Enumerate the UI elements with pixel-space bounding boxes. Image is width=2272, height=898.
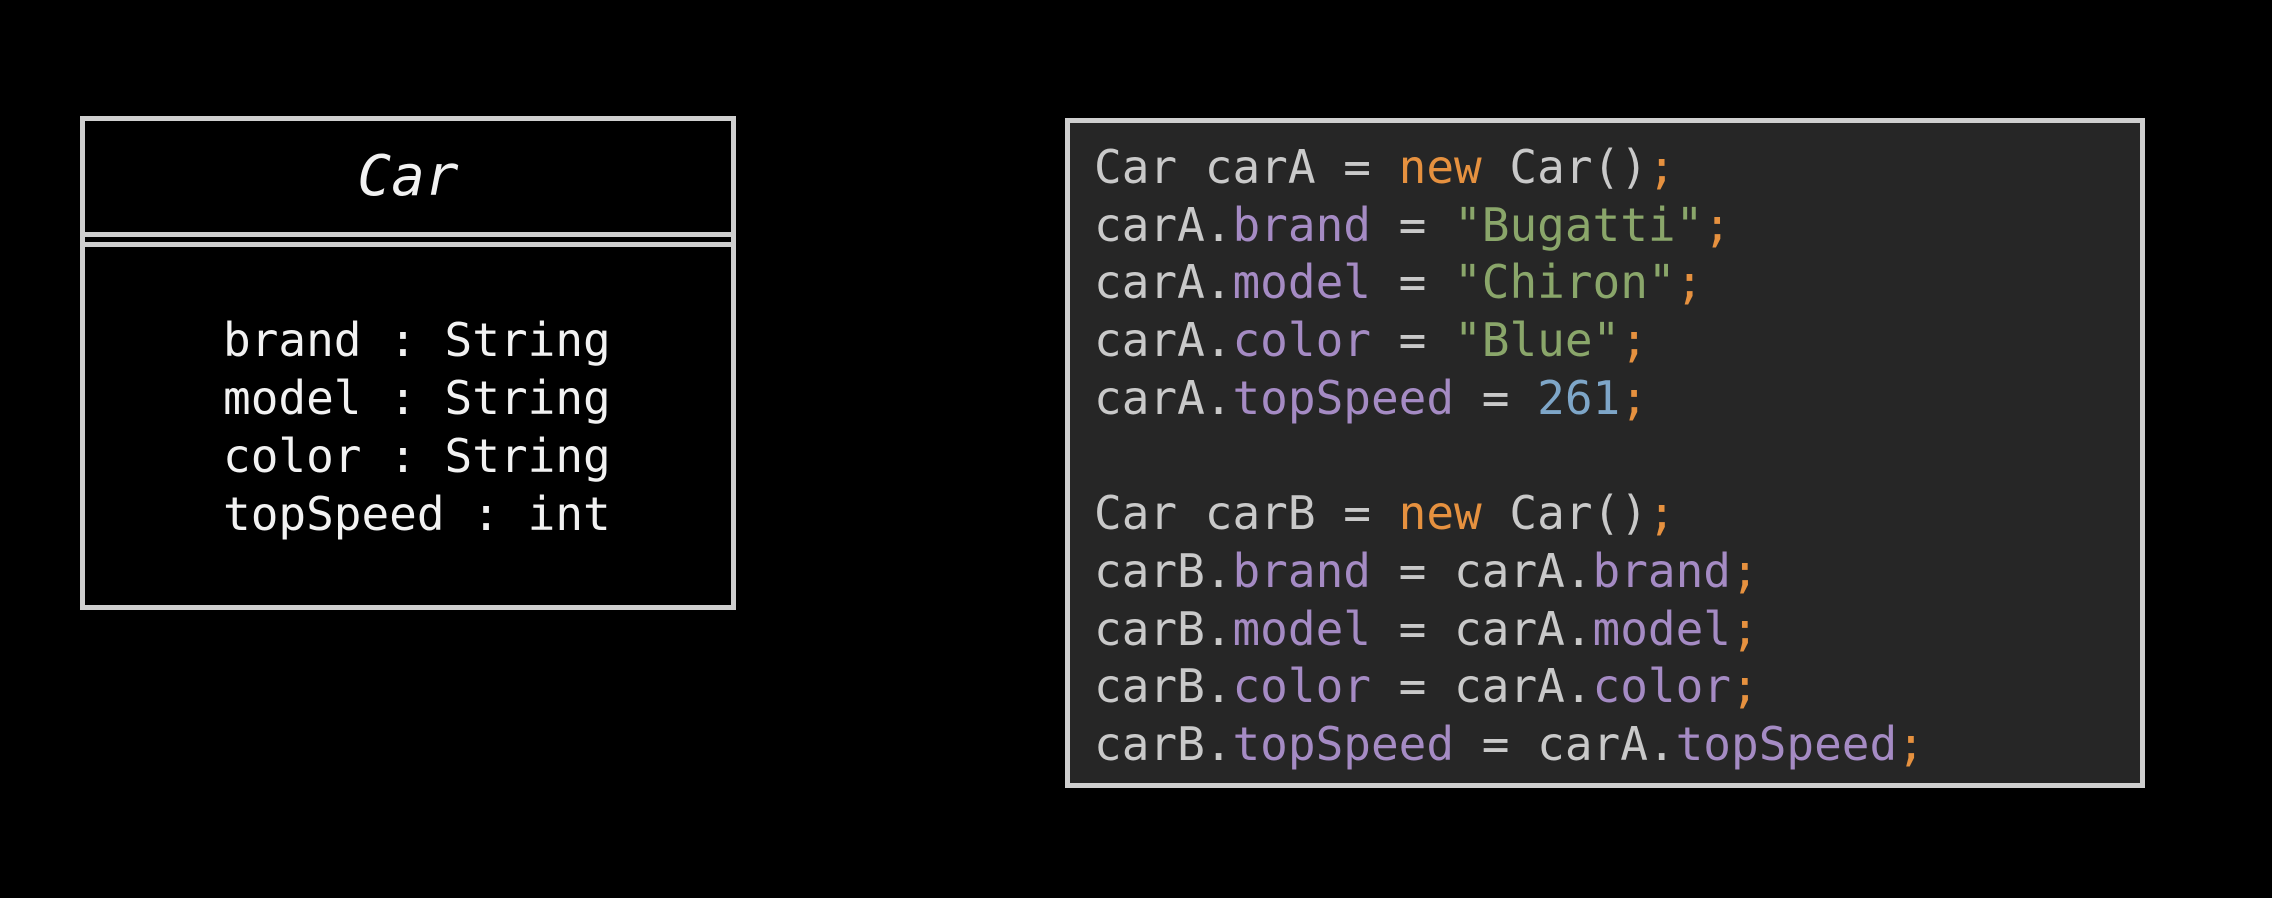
uml-divider xyxy=(85,242,731,247)
punctuation-token: ; xyxy=(1731,543,1759,598)
code-token: carB. xyxy=(1094,659,1233,714)
keyword-token: new xyxy=(1398,486,1482,541)
field-token: model xyxy=(1592,601,1732,656)
keyword-token: new xyxy=(1398,140,1482,194)
code-line: carB.color = carA.color; xyxy=(1094,658,1925,716)
field-token: brand xyxy=(1232,543,1371,598)
code-token: = xyxy=(1370,197,1455,252)
field-token: model xyxy=(1232,601,1371,656)
code-token: = carA. xyxy=(1370,601,1593,656)
code-token: carA. xyxy=(1094,370,1233,425)
field-token: color xyxy=(1232,659,1371,714)
uml-class-header: Car xyxy=(85,121,731,237)
field-token: brand xyxy=(1592,543,1732,598)
code-line: carA.brand = "Bugatti"; xyxy=(1094,197,1925,255)
punctuation-token: ; xyxy=(1675,255,1704,310)
code-line: Car carA = new Car(); xyxy=(1094,139,1925,197)
code-token: Car carA = xyxy=(1094,140,1399,194)
uml-attribute: color : String xyxy=(223,429,611,483)
code-token: = carA. xyxy=(1454,716,1676,771)
field-token: color xyxy=(1232,313,1371,368)
code-token: carA. xyxy=(1094,313,1233,368)
punctuation-token: ; xyxy=(1647,140,1676,194)
code-line: carB.topSpeed = carA.topSpeed; xyxy=(1094,716,1925,774)
uml-attribute-list: brand : String model : String color : St… xyxy=(223,311,611,543)
punctuation-token: ; xyxy=(1620,370,1648,425)
code-token: = carA. xyxy=(1370,543,1593,598)
string-token: "Blue" xyxy=(1454,313,1621,368)
code-line: carA.topSpeed = 261; xyxy=(1094,370,1925,428)
code-token: carA. xyxy=(1094,197,1233,252)
code-line: carA.color = "Blue"; xyxy=(1094,312,1925,370)
code-token: carB. xyxy=(1094,543,1233,598)
code-token: = xyxy=(1370,255,1455,310)
punctuation-token: ; xyxy=(1703,197,1732,252)
code-line: carB.brand = carA.brand; xyxy=(1094,543,1925,601)
punctuation-token: ; xyxy=(1731,659,1759,714)
code-token: carA. xyxy=(1094,255,1233,310)
field-token: topSpeed xyxy=(1232,370,1455,425)
code-panel: Car carA = new Car(); carA.brand = "Bugat… xyxy=(1065,118,2145,788)
code-token: = xyxy=(1370,313,1455,368)
uml-class-name: Car xyxy=(357,143,459,209)
code-token: Car() xyxy=(1481,140,1648,194)
code-token: carB. xyxy=(1094,716,1233,771)
uml-class-box: Car brand : String model : String color … xyxy=(80,116,736,610)
code-token: = xyxy=(1454,370,1538,425)
string-token: "Chiron" xyxy=(1454,255,1676,310)
uml-attribute: model : String xyxy=(223,371,611,425)
punctuation-token: ; xyxy=(1731,601,1759,656)
code-token: = carA. xyxy=(1370,659,1593,714)
number-token: 261 xyxy=(1537,370,1621,425)
code-block: Car carA = new Car(); carA.brand = "Bugat… xyxy=(1094,139,1925,774)
field-token: color xyxy=(1592,659,1732,714)
punctuation-token: ; xyxy=(1647,486,1676,541)
field-token: topSpeed xyxy=(1675,716,1898,771)
punctuation-token: ; xyxy=(1620,313,1648,368)
code-line: Car carB = new Car(); xyxy=(1094,485,1925,543)
field-token: topSpeed xyxy=(1232,716,1455,771)
field-token: model xyxy=(1232,255,1371,310)
code-line: carA.model = "Chiron"; xyxy=(1094,254,1925,312)
code-token: carB. xyxy=(1094,601,1233,656)
code-line: carB.model = carA.model; xyxy=(1094,601,1925,659)
punctuation-token: ; xyxy=(1897,716,1925,771)
blank-code-line xyxy=(1094,427,1925,485)
string-token: "Bugatti" xyxy=(1454,197,1704,252)
code-token: Car() xyxy=(1481,486,1648,541)
field-token: brand xyxy=(1232,197,1371,252)
uml-attribute: brand : String xyxy=(223,313,611,367)
code-token: Car carB = xyxy=(1094,486,1399,541)
uml-attribute: topSpeed : int xyxy=(223,487,611,541)
